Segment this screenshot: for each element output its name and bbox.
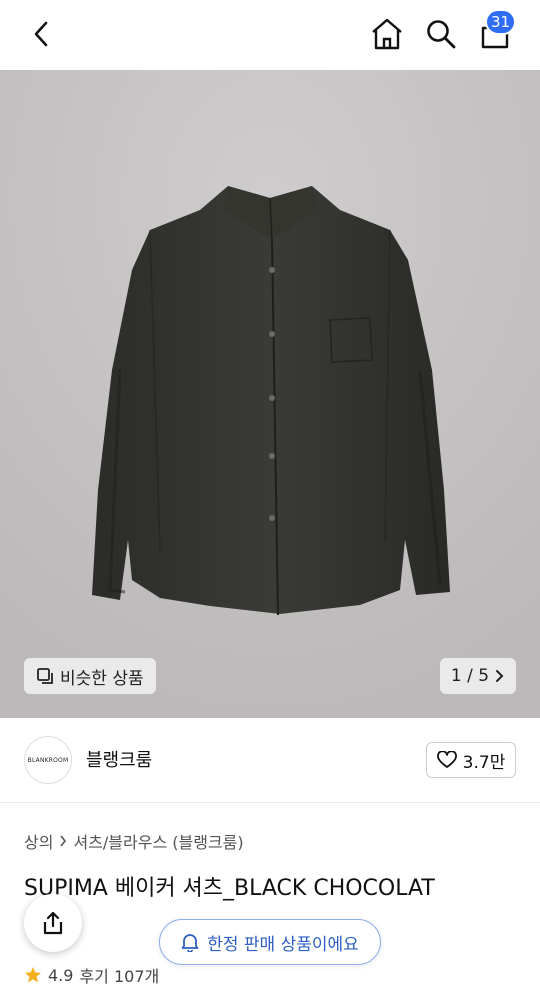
breadcrumb: 상의 셔츠/블라우스 (블랭크룸): [24, 829, 244, 853]
top-bar: 31: [0, 0, 540, 70]
review-count: 후기 107개: [79, 967, 160, 986]
bell-icon: [181, 934, 199, 952]
product-image[interactable]: [0, 70, 540, 718]
brand-name[interactable]: 블랭크룸: [86, 746, 152, 772]
chevron-right-icon: [496, 670, 504, 682]
cart-count-badge: 31: [485, 9, 517, 35]
like-button[interactable]: 3.7만: [426, 742, 516, 778]
page-indicator: 1 / 5: [450, 666, 490, 686]
back-button[interactable]: [20, 12, 64, 56]
share-icon: [43, 911, 63, 935]
chevron-right-small-icon: [60, 835, 67, 847]
rating-row[interactable]: 4.9 후기 107개: [24, 963, 159, 987]
share-button[interactable]: [24, 894, 82, 952]
similar-products-label: 비슷한 상품: [60, 668, 144, 689]
limited-sale-badge: 한정 판매 상품이에요: [159, 919, 381, 965]
star-icon: [25, 967, 41, 983]
home-icon: [372, 18, 402, 50]
shirt-image: [0, 70, 540, 718]
search-button[interactable]: [419, 12, 463, 56]
brand-logo-text: BLANKROOM: [27, 756, 69, 764]
rating-value: 4.9: [48, 965, 74, 985]
heart-icon: [436, 751, 457, 768]
brand-logo[interactable]: BLANKROOM: [24, 736, 72, 784]
home-button[interactable]: [365, 12, 409, 56]
brand-row: BLANKROOM 블랭크룸 3.7만: [0, 718, 540, 803]
breadcrumb-level1[interactable]: 상의: [24, 829, 53, 853]
search-icon: [427, 20, 456, 49]
breadcrumb-level2[interactable]: 셔츠/블라우스 (블랭크룸): [73, 829, 243, 853]
product-title: SUPIMA 베이커 셔츠_BLACK CHOCOLAT: [24, 876, 435, 901]
similar-products-button[interactable]: 비슷한 상품: [24, 658, 156, 694]
like-count: 3.7만: [462, 752, 506, 773]
image-pager-button[interactable]: 1 / 5: [440, 658, 516, 694]
chevron-left-icon: [34, 21, 48, 47]
copy-icon: [37, 668, 53, 684]
limited-sale-label: 한정 판매 상품이에요: [207, 934, 359, 955]
